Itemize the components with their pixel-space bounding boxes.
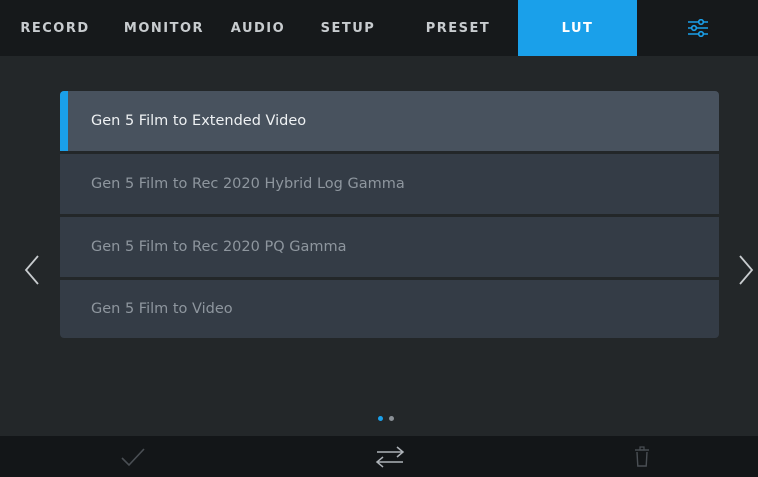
lut-item-label: Gen 5 Film to Rec 2020 PQ Gamma: [91, 239, 347, 255]
tab-record[interactable]: RECORD: [0, 0, 110, 56]
tab-setup[interactable]: SETUP: [298, 0, 398, 56]
page-dot[interactable]: [389, 416, 394, 421]
checkmark-icon: [120, 447, 145, 466]
settings-button[interactable]: [637, 0, 758, 56]
lut-item-label: Gen 5 Film to Rec 2020 Hybrid Log Gamma: [91, 176, 405, 192]
page-indicator: [378, 416, 394, 421]
lut-screen: RECORD MONITOR AUDIO SETUP PRESET LUT Ge…: [0, 0, 758, 477]
delete-button[interactable]: [622, 436, 662, 477]
lut-item-gen5-rec2020-hlg[interactable]: Gen 5 Film to Rec 2020 Hybrid Log Gamma: [60, 154, 719, 214]
lut-item-label: Gen 5 Film to Extended Video: [91, 113, 307, 129]
lut-item-gen5-extended-video[interactable]: Gen 5 Film to Extended Video: [60, 91, 719, 151]
swap-button[interactable]: [365, 436, 415, 477]
tab-audio[interactable]: AUDIO: [218, 0, 298, 56]
trash-icon: [635, 445, 649, 467]
next-page-button[interactable]: [734, 252, 758, 288]
lut-list: Gen 5 Film to Extended Video Gen 5 Film …: [60, 91, 719, 338]
page-dot-active: [378, 416, 383, 421]
chevron-left-icon: [24, 255, 39, 285]
lut-item-gen5-video[interactable]: Gen 5 Film to Video: [60, 280, 719, 338]
lut-item-gen5-rec2020-pq[interactable]: Gen 5 Film to Rec 2020 PQ Gamma: [60, 217, 719, 277]
chevron-right-icon: [739, 255, 754, 285]
tab-preset[interactable]: PRESET: [398, 0, 518, 56]
previous-page-button[interactable]: [22, 252, 46, 288]
sliders-icon: [687, 19, 708, 37]
tab-lut[interactable]: LUT: [518, 0, 637, 56]
swap-arrows-icon: [375, 445, 405, 468]
tab-bar: RECORD MONITOR AUDIO SETUP PRESET LUT: [0, 0, 758, 56]
tab-monitor[interactable]: MONITOR: [110, 0, 218, 56]
lut-item-label: Gen 5 Film to Video: [91, 301, 233, 317]
bottom-toolbar: [0, 436, 758, 477]
confirm-button[interactable]: [110, 436, 155, 477]
